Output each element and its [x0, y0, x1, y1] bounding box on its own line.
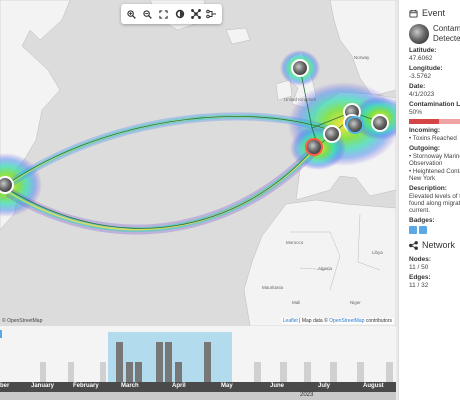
- month-label: May: [221, 383, 233, 389]
- month-label: August: [363, 383, 384, 389]
- timeline-bar: [40, 362, 46, 382]
- event-thumbnail: [409, 24, 429, 44]
- map-label-uk: United Kingdom: [284, 97, 317, 102]
- event-detail-panel: Event Contamination Detected Latitude: 4…: [398, 0, 460, 400]
- timeline-bar: [304, 362, 311, 382]
- timeline-bar: [357, 362, 364, 382]
- timeline[interactable]: ber January February March April May Jun…: [0, 326, 396, 400]
- map-canvas[interactable]: [0, 0, 396, 326]
- outgoing-label: Outgoing:: [409, 145, 441, 152]
- zoom-out-icon[interactable]: [140, 7, 154, 21]
- timeline-bar: [175, 362, 182, 382]
- badge-icon: [409, 226, 417, 234]
- event-node[interactable]: [323, 125, 341, 143]
- event-node-highlighted[interactable]: [305, 138, 323, 156]
- attribution-left: © OpenStreetMap: [2, 318, 43, 324]
- badges-label: Badges:: [409, 217, 435, 224]
- month-label: June: [270, 383, 285, 389]
- timeline-bar: [135, 362, 142, 382]
- latitude-value: 47.6062: [409, 55, 433, 62]
- outgoing-item-text: Stornoway Marine Observation: [409, 153, 460, 167]
- outgoing-item[interactable]: • Heightened Contamination New York: [409, 168, 460, 182]
- timeline-year-axis: 2023: [0, 392, 396, 400]
- event-title: Contamination Detected: [433, 24, 460, 43]
- event-node-stornoway[interactable]: [291, 59, 309, 77]
- month-label: January: [31, 383, 55, 389]
- nodes-label: Nodes:: [409, 256, 432, 263]
- edges-value: 11 / 32: [409, 282, 429, 289]
- map-label-algeria: Algeria: [318, 266, 333, 271]
- contamination-label: Contamination Level:: [409, 101, 460, 108]
- year-label: 2023: [300, 392, 314, 398]
- timeline-month-axis: ber January February March April May Jun…: [0, 382, 396, 392]
- incoming-item-text: Toxins Reached: [412, 135, 457, 142]
- map-label-libya: Libya: [372, 250, 383, 255]
- badges-row: [409, 226, 460, 234]
- badge-icon: [419, 226, 427, 234]
- incoming-label: Incoming:: [409, 127, 441, 134]
- timeline-bar: [386, 362, 393, 382]
- contamination-value: 50%: [409, 109, 423, 116]
- nodes-value: 11 / 50: [409, 264, 429, 271]
- timeline-bar: [204, 342, 211, 382]
- network-icon[interactable]: [189, 7, 203, 21]
- latitude-label: Latitude:: [409, 47, 437, 54]
- description-text: Elevated levels of toxins found along mi…: [409, 193, 460, 214]
- panel-header-label: Event: [422, 8, 446, 18]
- incoming-item[interactable]: • Toxins Reached: [409, 135, 460, 142]
- description-label: Description:: [409, 185, 447, 192]
- month-label: ber: [0, 383, 10, 389]
- timeline-bar: [280, 362, 287, 382]
- month-label: July: [318, 383, 331, 389]
- map-toolbar: [121, 4, 222, 24]
- attribution-suffix: contributors: [364, 318, 392, 324]
- map-attribution: Leaflet | Map data © OpenStreetMap contr…: [280, 318, 394, 324]
- timeline-bar: [330, 362, 337, 382]
- map-view[interactable]: United Kingdom Norway Algeria Morocco Ma…: [0, 0, 396, 326]
- timeline-bar: [165, 342, 172, 382]
- date-label: Date:: [409, 83, 426, 90]
- timeline-bar: [100, 362, 106, 382]
- timeline-bar: [68, 362, 74, 382]
- contamination-bar: [409, 119, 460, 124]
- month-label: March: [121, 383, 139, 389]
- outgoing-item-text: Heightened Contamination New York: [409, 168, 460, 182]
- calendar-icon: [409, 9, 418, 18]
- panel-header-event: Event: [409, 8, 460, 18]
- map-label-mauritania: Mauritania: [262, 285, 284, 290]
- map-label-morocco: Morocco: [286, 240, 304, 245]
- leaflet-link[interactable]: Leaflet: [283, 318, 298, 324]
- fit-bounds-icon[interactable]: [156, 7, 170, 21]
- event-title-row: Contamination Detected: [409, 24, 460, 44]
- osm-link[interactable]: OpenStreetMap: [329, 318, 364, 324]
- edges-label: Edges:: [409, 274, 431, 281]
- date-value: 4/1/2023: [409, 91, 435, 98]
- timeline-bar: [116, 342, 123, 382]
- attribution-separator: | Map data ©: [297, 318, 330, 324]
- map-label-niger: Niger: [350, 300, 361, 305]
- month-label: April: [172, 383, 186, 389]
- share-network-icon: [409, 240, 418, 250]
- panel-header-network: Network: [409, 240, 460, 250]
- timeline-bar: [156, 342, 163, 382]
- network-header-label: Network: [422, 240, 456, 250]
- timeline-bar: [254, 362, 261, 382]
- timeline-bar: [126, 362, 133, 382]
- map-label-mali: Mali: [292, 300, 301, 305]
- filter-icon[interactable]: [205, 7, 219, 21]
- map-label-norway: Norway: [354, 55, 370, 60]
- zoom-in-icon[interactable]: [124, 7, 138, 21]
- longitude-label: Longitude:: [409, 65, 443, 72]
- event-node[interactable]: [371, 114, 389, 132]
- event-node-selected[interactable]: [346, 116, 364, 134]
- outgoing-item[interactable]: • Stornoway Marine Observation: [409, 153, 460, 167]
- theme-toggle-icon[interactable]: [173, 7, 187, 21]
- longitude-value: -3.5762: [409, 73, 432, 80]
- contamination-bar-fill: [409, 119, 439, 124]
- month-label: February: [73, 383, 99, 389]
- timeline-left-marker: [0, 330, 2, 338]
